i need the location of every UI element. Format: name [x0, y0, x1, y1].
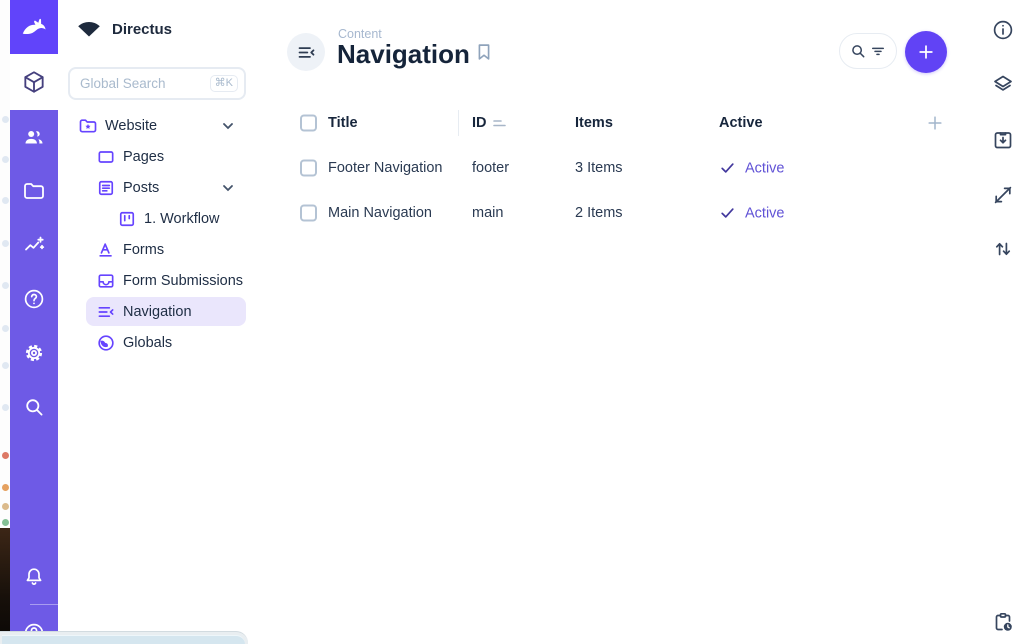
tree-item-website[interactable]: Website — [58, 110, 280, 141]
people-icon — [22, 125, 46, 149]
cell-id: main — [472, 205, 503, 221]
folder-icon — [22, 179, 46, 203]
folder-star-icon — [78, 116, 98, 136]
layers-icon[interactable] — [991, 72, 1015, 96]
swap-vert-icon[interactable] — [991, 237, 1015, 261]
table-row[interactable]: Footer Navigation footer 3 Items Active — [280, 150, 978, 186]
plus-icon — [916, 42, 936, 62]
tree-item-pages[interactable]: Pages — [58, 141, 280, 172]
module-search[interactable] — [10, 383, 58, 431]
module-settings[interactable] — [10, 329, 58, 377]
chevron-down-icon[interactable] — [220, 180, 236, 196]
active-label: Active — [745, 205, 785, 221]
project-name: Directus — [112, 21, 172, 38]
title-icon — [96, 240, 116, 260]
page-icon — [96, 147, 116, 167]
tree-item-navigation[interactable]: Navigation — [58, 296, 280, 327]
collection-icon-button[interactable] — [287, 33, 325, 71]
page-title: Navigation — [337, 39, 470, 70]
module-user-directory[interactable] — [10, 113, 58, 161]
table-header: Title ID Items Active — [280, 109, 978, 137]
select-all-checkbox[interactable] — [300, 115, 317, 132]
page-header: Content Navigation — [280, 0, 978, 90]
global-search-input[interactable] — [80, 76, 190, 91]
cell-title: Main Navigation — [328, 205, 432, 221]
info-icon[interactable] — [991, 18, 1015, 42]
check-icon — [719, 160, 736, 177]
add-item-button[interactable] — [905, 31, 947, 73]
tree-item-posts[interactable]: Posts — [58, 172, 280, 203]
cell-items: 2 Items — [575, 205, 623, 221]
search-filter-pill — [839, 33, 897, 69]
directus-app: Directus ⌘K Website Pages — [0, 0, 1028, 644]
collections-tree: Website Pages Posts — [58, 110, 280, 358]
box-icon — [21, 69, 47, 95]
menu-open-icon — [96, 302, 116, 322]
menu-open-icon — [296, 42, 317, 63]
chevron-down-icon[interactable] — [220, 118, 236, 134]
column-header-id[interactable]: ID — [472, 115, 487, 131]
globe-icon — [96, 333, 116, 353]
gear-icon — [22, 341, 46, 365]
filter-icon[interactable] — [869, 42, 887, 60]
bell-icon — [22, 565, 46, 589]
tree-item-forms[interactable]: Forms — [58, 234, 280, 265]
active-label: Active — [745, 160, 785, 176]
tree-item-workflow[interactable]: 1. Workflow — [58, 203, 280, 234]
cell-active: Active — [719, 205, 785, 222]
tree-item-form-submissions[interactable]: Form Submissions — [58, 265, 280, 296]
column-header-title[interactable]: Title — [328, 115, 358, 131]
row-checkbox[interactable] — [300, 205, 317, 222]
search-shortcut-badge: ⌘K — [210, 75, 238, 92]
module-documentation[interactable] — [10, 275, 58, 323]
archive-download-icon[interactable] — [991, 128, 1015, 152]
cell-id: footer — [472, 160, 509, 176]
column-header-items[interactable]: Items — [575, 115, 613, 131]
overlapping-window-edge — [0, 631, 248, 644]
clipboard-clock-icon[interactable] — [991, 610, 1015, 634]
global-search[interactable]: ⌘K — [68, 67, 246, 100]
cell-title: Footer Navigation — [328, 160, 442, 176]
row-checkbox[interactable] — [300, 160, 317, 177]
table-row[interactable]: Main Navigation main 2 Items Active — [280, 195, 978, 231]
help-icon — [22, 287, 46, 311]
notifications-button[interactable] — [10, 553, 58, 601]
module-file-library[interactable] — [10, 167, 58, 215]
sync-disabled-icon[interactable] — [991, 183, 1015, 207]
cell-active: Active — [719, 160, 785, 177]
module-bar — [10, 0, 58, 644]
insights-icon — [22, 233, 46, 257]
column-header-active[interactable]: Active — [719, 115, 763, 131]
project-switcher[interactable]: Directus — [76, 14, 172, 44]
wedge-logo-icon — [76, 17, 102, 41]
navigation-panel: Directus ⌘K Website Pages — [58, 0, 280, 644]
inbox-icon — [96, 271, 116, 291]
rabbit-logo-icon[interactable] — [10, 0, 58, 54]
module-content-active[interactable] — [10, 54, 58, 110]
search-icon[interactable] — [849, 42, 867, 60]
background-window-sliver — [0, 0, 10, 644]
cell-items: 3 Items — [575, 160, 623, 176]
module-bar-divider — [30, 604, 58, 605]
tree-item-globals[interactable]: Globals — [58, 327, 280, 358]
right-sidebar-rail — [978, 0, 1028, 644]
column-divider[interactable] — [458, 110, 459, 136]
article-icon — [96, 178, 116, 198]
search-icon — [22, 395, 46, 419]
main-content: Content Navigation Title — [280, 0, 978, 644]
module-insights[interactable] — [10, 221, 58, 269]
kanban-icon — [117, 209, 137, 229]
bookmark-icon[interactable] — [473, 41, 495, 63]
add-column-icon[interactable] — [925, 113, 945, 133]
sort-ascending-icon[interactable] — [493, 117, 507, 129]
check-icon — [719, 205, 736, 222]
